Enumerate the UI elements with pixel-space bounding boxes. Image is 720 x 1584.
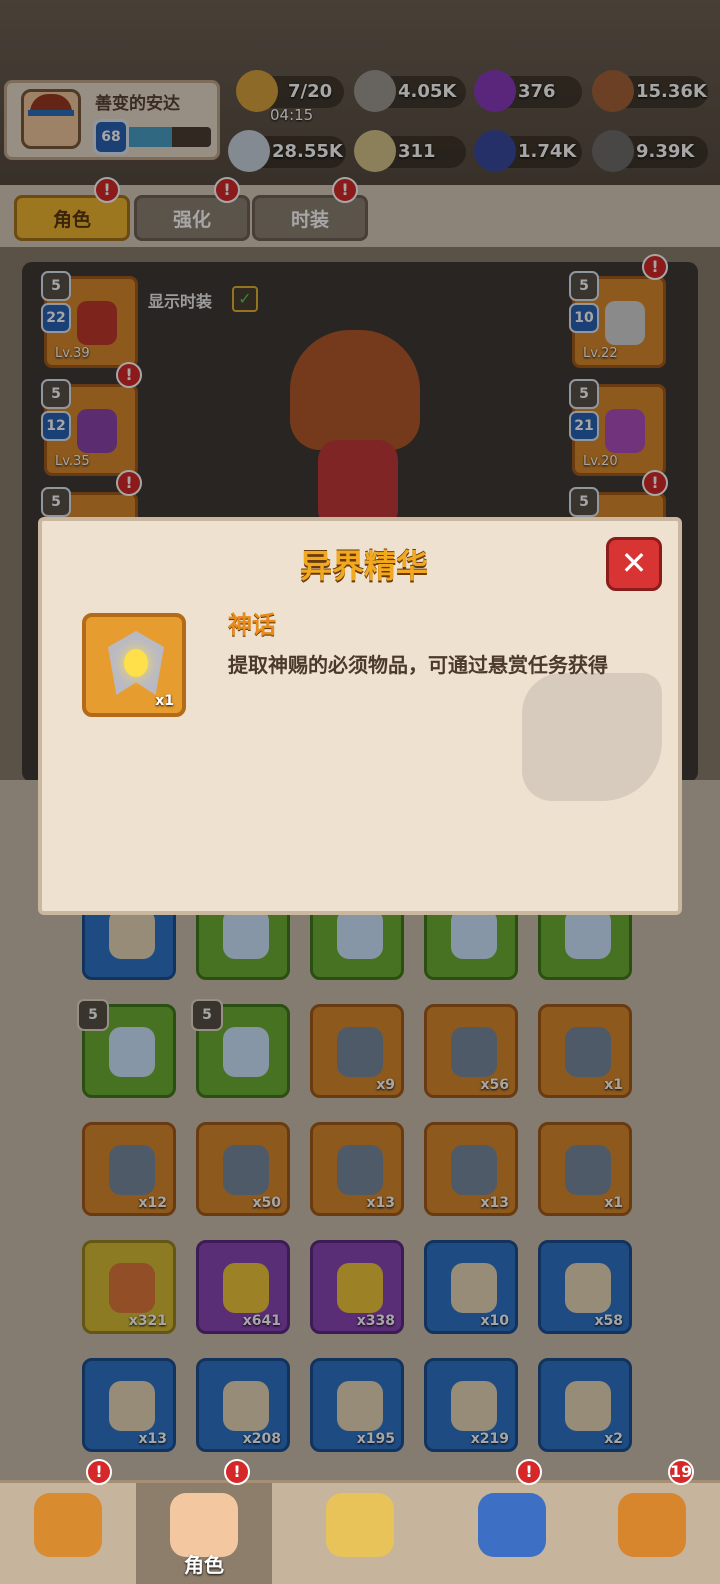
nav-bag[interactable]: 19	[584, 1459, 720, 1584]
nav-equipment[interactable]: !	[0, 1459, 136, 1584]
bottom-navigation: ! 角色 ! ! 19	[0, 1459, 720, 1584]
nav-map[interactable]	[292, 1483, 428, 1584]
item-icon: x1	[82, 613, 186, 717]
item-description: 提取神赐的必须物品，可通过悬赏任务获得	[228, 653, 608, 677]
hero-face-icon	[170, 1493, 238, 1557]
tiger-helmet-icon	[34, 1493, 102, 1557]
item-detail-dialog: 异界精华 ✕ x1 神话 提取神赐的必须物品，可通过悬赏任务获得	[38, 517, 682, 915]
nav-equipment-badge: !	[86, 1459, 112, 1485]
nav-character[interactable]: 角色 !	[136, 1459, 272, 1584]
close-icon: ✕	[620, 544, 648, 582]
dino-stamp-decoration	[522, 673, 662, 801]
nav-pet-badge: !	[516, 1459, 542, 1485]
nav-character-badge: !	[224, 1459, 250, 1485]
loot-bag-icon	[618, 1493, 686, 1557]
treasure-map-icon	[326, 1493, 394, 1557]
item-quantity: x1	[155, 693, 174, 709]
close-button[interactable]: ✕	[606, 537, 662, 591]
nav-character-label: 角色	[184, 1553, 224, 1577]
item-rarity: 神话	[228, 611, 276, 639]
nav-bag-badge: 19	[668, 1459, 694, 1485]
dialog-title: 异界精华	[299, 547, 428, 585]
glow-core-icon	[124, 649, 148, 677]
wolf-pet-icon	[478, 1493, 546, 1557]
nav-pet[interactable]: !	[444, 1459, 580, 1584]
